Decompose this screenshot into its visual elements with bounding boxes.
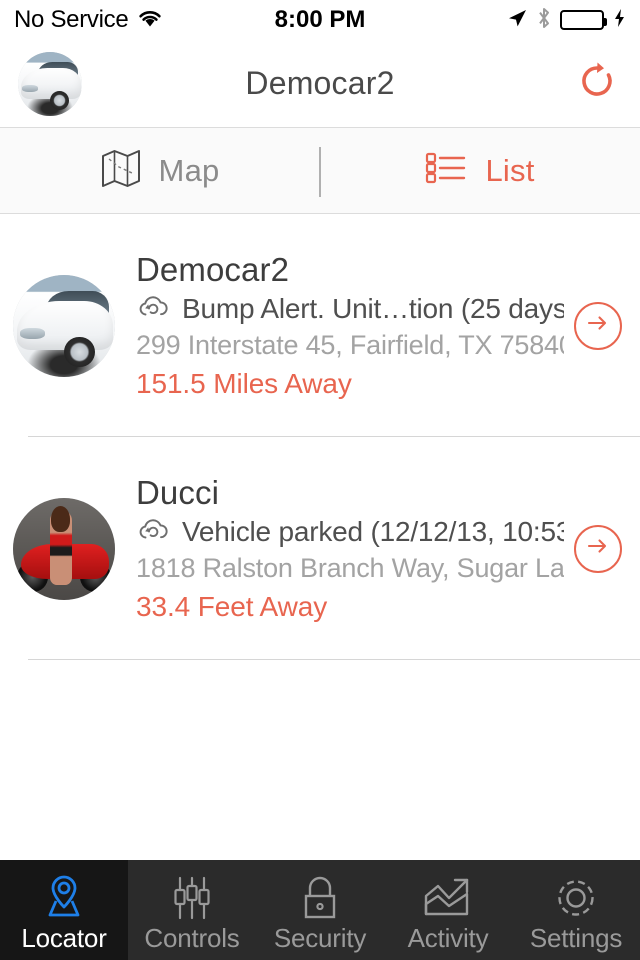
tab-map-label: Map <box>158 152 220 188</box>
row-detail-button[interactable] <box>574 524 622 573</box>
tab-activity-label: Activity <box>407 923 489 953</box>
table-row[interactable]: Democar2 Bump Alert. Unit…tion (25 days … <box>0 214 640 437</box>
arrow-right-circle-icon <box>584 312 612 339</box>
tab-list[interactable]: List <box>320 128 640 214</box>
status-bar-right <box>506 7 626 34</box>
vehicle-address: 299 Interstate 45, Fairfield, TX 75840, … <box>136 330 564 361</box>
tab-settings-label: Settings <box>529 923 623 953</box>
nav-vehicle-avatar[interactable] <box>18 51 82 116</box>
folded-map-icon <box>101 147 141 194</box>
red-motorcycle-thumbnail <box>13 497 115 600</box>
padlock-icon <box>295 872 345 924</box>
bluetooth-icon <box>537 7 551 34</box>
nav-bar: Democar2 <box>0 40 640 128</box>
tab-settings[interactable]: Settings <box>512 860 640 960</box>
battery-full-icon <box>560 10 607 30</box>
vehicle-list: Democar2 Bump Alert. Unit…tion (25 days … <box>0 214 640 660</box>
vehicle-address: 1818 Ralston Branch Way, Sugar Land,… <box>136 553 564 584</box>
clock-label: 8:00 PM <box>274 6 366 33</box>
map-pin-icon <box>38 872 90 924</box>
cloud-sync-icon <box>136 294 170 325</box>
refresh-button[interactable] <box>574 61 620 107</box>
vehicle-status: Vehicle parked (12/12/13, 10:53 PM) <box>136 516 564 548</box>
white-sedan-thumbnail <box>18 51 82 116</box>
refresh-icon <box>577 61 617 106</box>
avatar <box>13 497 115 600</box>
tab-map[interactable]: Map <box>0 128 320 214</box>
avatar <box>13 274 115 377</box>
vehicle-status-text: Bump Alert. Unit…tion (25 days ago) <box>182 293 564 325</box>
gear-icon <box>551 872 601 924</box>
vehicle-status: Bump Alert. Unit…tion (25 days ago) <box>136 293 564 325</box>
vehicle-distance: 151.5 Miles Away <box>136 368 352 400</box>
view-mode-segmented-control: Map List <box>0 128 640 214</box>
vehicle-status-text: Vehicle parked (12/12/13, 10:53 PM) <box>182 516 564 548</box>
segmented-divider <box>319 147 321 197</box>
vehicle-name: Democar2 <box>136 250 290 288</box>
tab-locator-label: Locator <box>21 923 107 953</box>
vehicle-info: Democar2 Bump Alert. Unit…tion (25 days … <box>115 251 574 401</box>
row-detail-button[interactable] <box>574 301 622 350</box>
page-title: Democar2 <box>245 65 395 101</box>
carrier-label: No Service <box>14 6 129 33</box>
tab-controls-label: Controls <box>144 923 240 953</box>
location-arrow-icon <box>506 7 528 34</box>
white-sedan-thumbnail <box>13 274 115 377</box>
vehicle-distance: 33.4 Feet Away <box>136 591 328 623</box>
chart-arrow-icon <box>421 872 475 924</box>
wifi-icon <box>137 8 163 33</box>
lightning-bolt-icon <box>613 8 626 33</box>
status-bar: No Service 8:00 PM <box>0 0 640 40</box>
vehicle-name: Ducci <box>136 473 220 511</box>
tab-locator[interactable]: Locator <box>0 860 128 960</box>
sliders-icon <box>167 872 217 924</box>
tab-security[interactable]: Security <box>256 860 384 960</box>
tab-activity[interactable]: Activity <box>384 860 512 960</box>
arrow-right-circle-icon <box>584 535 612 562</box>
bottom-tab-bar: Locator Controls Security Activity Setti… <box>0 860 640 960</box>
tab-list-label: List <box>485 152 535 188</box>
tab-controls[interactable]: Controls <box>128 860 256 960</box>
table-row[interactable]: Ducci Vehicle parked (12/12/13, 10:53 PM… <box>0 437 640 660</box>
tab-security-label: Security <box>273 923 367 953</box>
bulleted-list-icon <box>425 150 467 191</box>
vehicle-info: Ducci Vehicle parked (12/12/13, 10:53 PM… <box>115 474 574 624</box>
cloud-sync-icon <box>136 517 170 548</box>
status-bar-left: No Service <box>14 6 163 34</box>
